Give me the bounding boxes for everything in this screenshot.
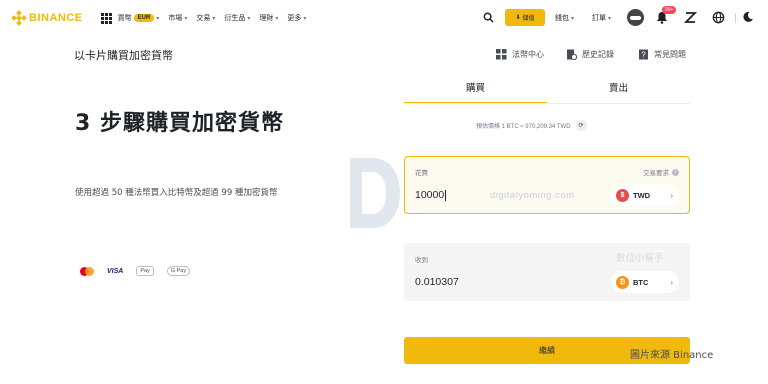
history-icon xyxy=(567,49,577,60)
faq-icon: ? xyxy=(639,49,648,60)
divider xyxy=(735,13,736,23)
spend-currency-selector[interactable]: $ TWD › xyxy=(611,184,679,206)
tab-buy[interactable]: 購買 xyxy=(404,76,547,104)
receive-amount: 0.010307 xyxy=(415,276,459,288)
binance-logo-icon xyxy=(11,10,27,26)
apple-pay-icon: Pay xyxy=(136,266,154,276)
text-cursor xyxy=(445,189,447,201)
nav-item-markets[interactable]: 市場 ▾ xyxy=(168,13,187,23)
nav-item-more[interactable]: 更多 ▾ xyxy=(287,13,306,23)
trade-tabs: 購買 賣出 xyxy=(404,76,690,104)
tab-sell[interactable]: 賣出 xyxy=(547,76,690,104)
chevron-down-icon: ▾ xyxy=(303,14,307,22)
chevron-right-icon: › xyxy=(670,277,673,287)
spend-label: 花費 xyxy=(415,169,428,177)
moon-icon[interactable] xyxy=(742,11,754,23)
chevron-down-icon: ▾ xyxy=(275,14,279,22)
info-icon: i xyxy=(672,168,679,176)
btc-coin-icon: ₿ xyxy=(616,275,629,289)
receive-currency-selector[interactable]: ₿ BTC › xyxy=(611,271,679,293)
nav-item-trade[interactable]: 交易 ▾ xyxy=(196,13,215,23)
chevron-right-icon: › xyxy=(670,190,673,200)
receive-label: 收到 xyxy=(415,256,428,264)
mastercard-icon xyxy=(80,266,94,276)
image-credit: 圖片來源 Binance xyxy=(630,350,714,361)
chevron-down-icon: ▾ xyxy=(608,14,612,22)
watermark-site-cn: 數位小幫手 xyxy=(616,253,664,264)
page-title: 以卡片購買加密貨幣 xyxy=(74,49,173,62)
search-icon[interactable] xyxy=(483,12,494,23)
trade-requirements[interactable]: 交易要求 i xyxy=(643,167,679,177)
chevron-down-icon: ▾ xyxy=(212,14,216,22)
faq-link[interactable]: ? 常見問題 xyxy=(638,49,686,60)
tabs-divider xyxy=(404,103,690,104)
avatar[interactable] xyxy=(627,9,644,26)
spend-field[interactable]: 花費 交易要求 i 10000 $ TWD › xyxy=(404,156,690,214)
refresh-icon[interactable]: ⟳ xyxy=(575,120,587,131)
wallet-menu[interactable]: 錢包 ▾ xyxy=(555,13,574,23)
history-link[interactable]: 歷史記錄 xyxy=(566,49,614,60)
globe-icon[interactable] xyxy=(712,11,725,24)
chevron-down-icon: ▾ xyxy=(184,14,188,22)
google-pay-icon: G Pay xyxy=(166,266,191,276)
grid-icon xyxy=(496,49,507,60)
nav-item-earn[interactable]: 理財 ▾ xyxy=(259,13,278,23)
orders-menu[interactable]: 訂單 ▾ xyxy=(592,13,611,23)
deposit-button[interactable]: ⬇ 儲值 xyxy=(505,9,545,26)
main-nav: 買幣 EUR ▾ 市場 ▾ 交易 ▾ 衍生品 ▾ 理財 ▾ 更多 ▾ xyxy=(118,13,306,23)
twd-coin-icon: $ xyxy=(616,188,629,202)
apps-grid-icon[interactable] xyxy=(100,12,112,24)
visa-icon: VISA xyxy=(107,267,124,275)
chevron-down-icon: ▾ xyxy=(156,14,160,22)
watermark-site: digitalyoming.com xyxy=(490,190,575,201)
chevron-down-icon: ▾ xyxy=(571,14,575,22)
chevron-down-icon: ▾ xyxy=(247,14,251,22)
download-app-icon[interactable] xyxy=(684,11,697,24)
binance-logo[interactable]: BINANCE xyxy=(11,10,83,26)
brand-name: BINANCE xyxy=(29,12,83,24)
notification-badge: 99+ xyxy=(662,6,677,14)
nav-item-derivatives[interactable]: 衍生品 ▾ xyxy=(224,13,250,23)
hero-title: 3 步驟購買加密貨幣 xyxy=(75,111,284,136)
nav-item-buy-crypto[interactable]: 買幣 EUR ▾ xyxy=(118,13,160,23)
download-icon: ⬇ xyxy=(515,14,521,21)
currency-badge: EUR xyxy=(133,14,155,22)
hero-subtitle: 使用超過 50 種法幣買入比特幣及超過 99 種加密貨幣 xyxy=(75,188,278,198)
payment-methods: VISA Pay G Pay xyxy=(80,266,191,276)
top-navigation-bar: BINANCE 買幣 EUR ▾ 市場 ▾ 交易 ▾ 衍生品 ▾ 理財 ▾ 更多… xyxy=(0,0,768,36)
fiat-center-link[interactable]: 法幣中心 xyxy=(496,49,544,60)
watermark-logo xyxy=(350,158,400,228)
reference-price: 預估價格 1 BTC ≈ 970,209.34 TWD ⟳ xyxy=(476,120,587,131)
svg-text:?: ? xyxy=(641,51,646,60)
